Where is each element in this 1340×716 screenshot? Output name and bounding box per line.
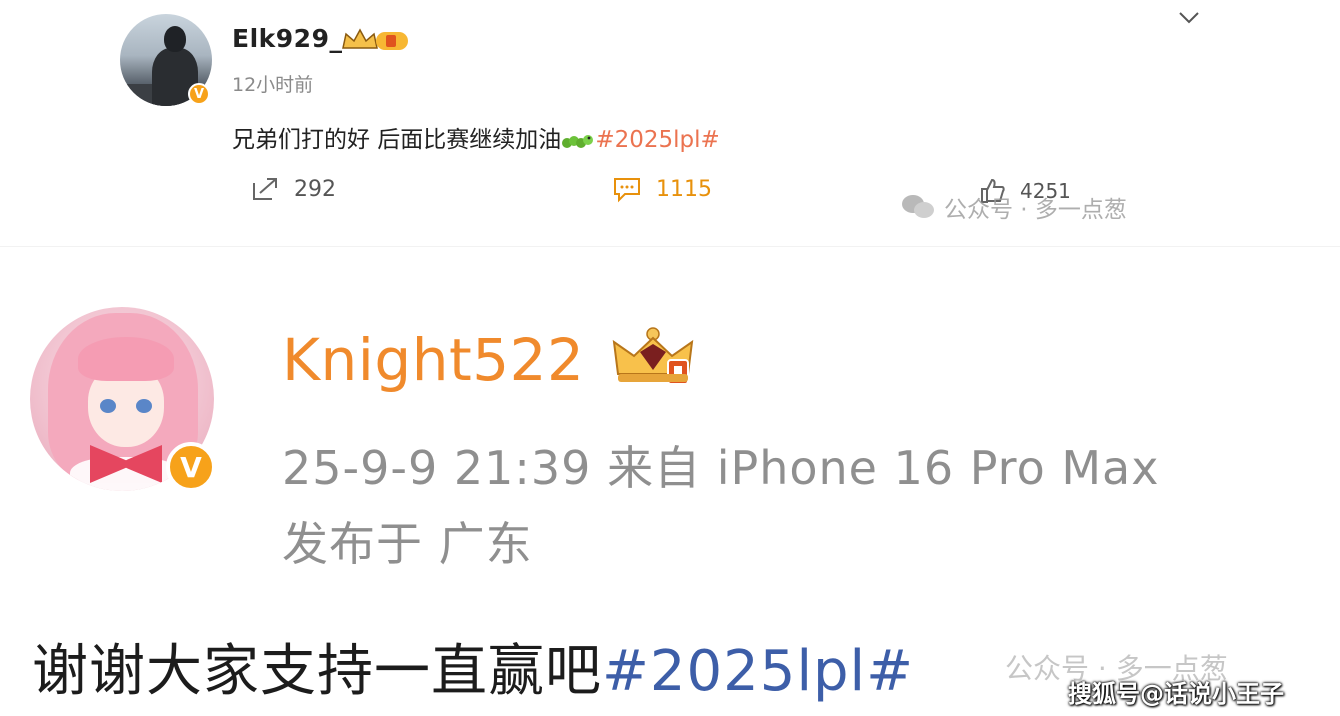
comment-icon <box>614 178 640 203</box>
post2-username[interactable]: Knight522 <box>282 326 584 394</box>
post2-content-text: 谢谢大家支持一直赢吧 <box>32 639 602 704</box>
avatar-eye <box>136 399 152 413</box>
caterpillar-emoji-icon <box>562 134 594 148</box>
source-watermark: 搜狐号@话说小王子 <box>1068 680 1284 708</box>
watermark-text: 公众号 · 多一点葱 <box>944 197 1127 223</box>
vip-crown-icon <box>342 28 408 50</box>
post-divider <box>0 246 1340 247</box>
repost-button[interactable]: 292 <box>250 175 336 203</box>
chevron-down-icon[interactable] <box>1178 10 1200 26</box>
repost-count: 292 <box>294 176 336 202</box>
verified-badge-icon: V <box>166 442 216 492</box>
vip-crown-icon <box>612 327 694 385</box>
verified-badge-icon: V <box>188 83 210 105</box>
comment-button[interactable]: 1115 <box>612 175 712 203</box>
watermark-overlay: 公众号 · 多一点葱 <box>900 190 1127 224</box>
avatar-bangs <box>78 337 174 381</box>
post2-meta: 25-9-9 21:39 来自 iPhone 16 Pro Max <box>282 441 1160 495</box>
avatar-eye <box>100 399 116 413</box>
post1-content: 兄弟们打的好 后面比赛继续加油 #2025lpl# <box>232 120 720 154</box>
post1-hashtag[interactable]: #2025lpl# <box>595 127 719 153</box>
repost-icon <box>253 178 277 200</box>
post2-content: 谢谢大家支持一直赢吧#2025lpl# <box>32 626 914 707</box>
wechat-icon <box>902 195 934 218</box>
post1-timestamp: 12小时前 <box>232 74 314 96</box>
comment-count: 1115 <box>656 176 712 202</box>
post1-content-text: 兄弟们打的好 后面比赛继续加油 <box>232 127 562 153</box>
post1-username[interactable]: Elk929_ <box>232 24 342 53</box>
post2-hashtag[interactable]: #2025lpl# <box>602 639 914 704</box>
post2-location: 发布于 广东 <box>282 517 533 571</box>
avatar-figure-head <box>164 26 186 52</box>
